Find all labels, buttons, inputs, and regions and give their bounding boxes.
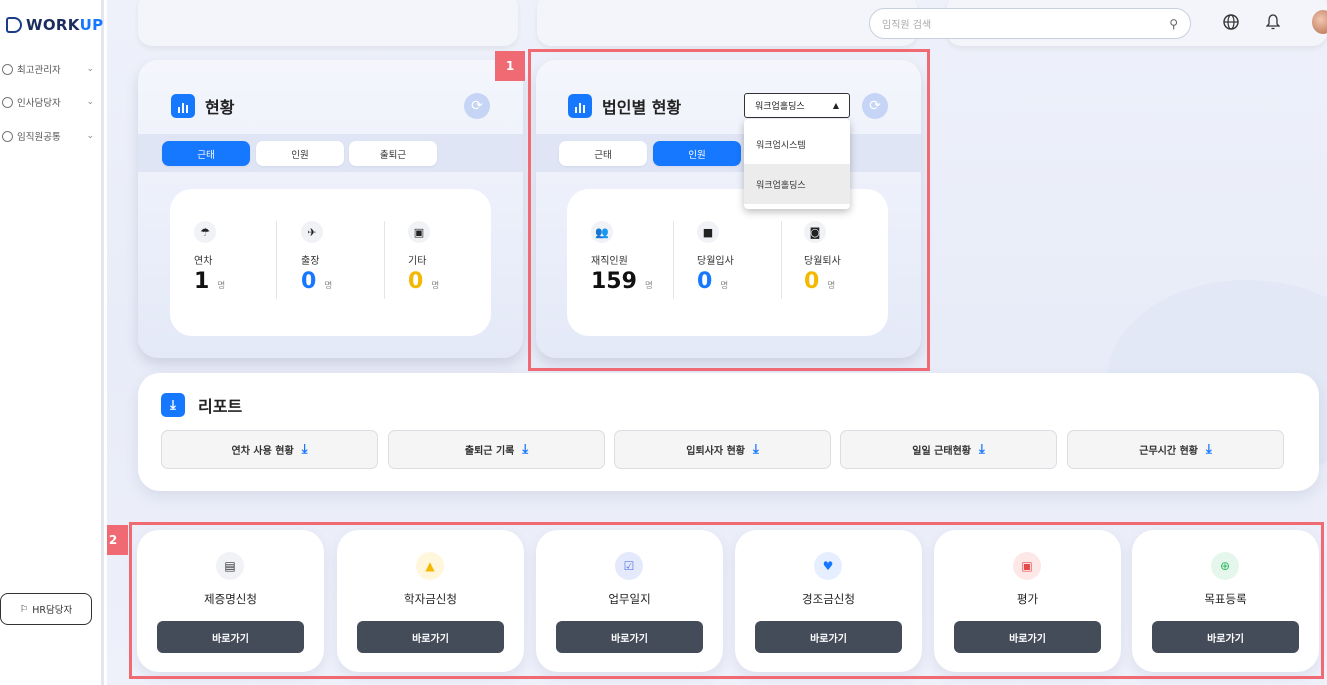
- sidebar-item-employee[interactable]: 임직원공통 ⌄: [2, 127, 94, 145]
- umbrella-icon: ☂: [194, 221, 216, 243]
- calendar-icon: ▣: [408, 221, 430, 243]
- chevron-down-icon: ⌄: [86, 97, 94, 107]
- corp-select-menu: 워크업시스템 워크업홀딩스: [744, 119, 850, 209]
- chevron-down-icon: ⌄: [86, 131, 94, 141]
- highlight-box-1: [528, 49, 930, 371]
- sidebar-item-admin[interactable]: 최고관리자 ⌄: [2, 60, 94, 78]
- status-tab-strip: 근태 인원 출퇴근: [138, 134, 523, 172]
- employee-search-input[interactable]: 임직원 검색 ⚲: [869, 8, 1191, 39]
- download-icon: ⤓: [978, 442, 985, 457]
- stat-business-trip: ✈ 출장 0명: [301, 221, 391, 294]
- hr-manager-button[interactable]: ⚐ HR담당자: [0, 593, 92, 625]
- sidebar-item-hr-manager[interactable]: 인사담당자 ⌄: [2, 93, 94, 111]
- corp-option-selected[interactable]: 워크업홀딩스: [744, 164, 850, 204]
- corp-option[interactable]: 워크업시스템: [744, 124, 850, 164]
- airplane-icon: ✈: [301, 221, 323, 243]
- report-daily-attendance-button[interactable]: 일일 근태현황 ⤓: [840, 430, 1057, 469]
- gear-icon: [2, 63, 13, 75]
- refresh-icon[interactable]: ⟳: [464, 93, 490, 119]
- report-join-leave-button[interactable]: 입퇴사자 현황 ⤓: [614, 430, 831, 469]
- sidebar-item-label: 인사담당자: [17, 98, 61, 109]
- divider: [384, 221, 385, 299]
- bar-chart-icon: [171, 94, 195, 118]
- status-card: 현황 ⟳ 근태 인원 출퇴근 ☂ 연차 1명 ✈ 출장 0명 ▣ 기타 0 명: [138, 60, 523, 358]
- highlight-label-2: 2: [107, 525, 128, 555]
- search-icon[interactable]: ⚲: [1169, 17, 1178, 31]
- report-title: ⤓ 리포트: [161, 393, 242, 417]
- tab-attendance[interactable]: 근태: [162, 141, 250, 166]
- download-icon: ⤓: [522, 442, 529, 457]
- main-content: 임직원 검색 ⚲ 현황 ⟳ 근태 인원 출퇴근 ☂ 연차 1명 ✈ 출장 0 명…: [107, 0, 1327, 685]
- tab-commute[interactable]: 출퇴근: [349, 141, 437, 166]
- report-commute-button[interactable]: 출퇴근 기록 ⤓: [388, 430, 605, 469]
- gear-icon: [2, 96, 13, 108]
- report-annual-leave-button[interactable]: 연차 사용 현황 ⤓: [161, 430, 378, 469]
- logo-text: WORKUP: [26, 16, 104, 34]
- gear-icon: [2, 130, 13, 142]
- logo[interactable]: WORKUP: [6, 16, 103, 34]
- logo-mark-icon: [6, 17, 22, 33]
- globe-icon[interactable]: [1221, 12, 1241, 32]
- stat-annual-leave: ☂ 연차 1명: [194, 221, 284, 294]
- download-icon: ⤓: [752, 442, 759, 457]
- highlight-box-2: [129, 522, 1324, 679]
- download-icon: ⤓: [1205, 442, 1212, 457]
- sidebar: WORKUP 최고관리자 ⌄ 인사담당자 ⌄ 임직원공통 ⌄ ⚐ HR담당자: [0, 0, 104, 685]
- download-icon: ⤓: [301, 442, 308, 457]
- chevron-down-icon: ⌄: [86, 64, 94, 74]
- status-stat-box: ☂ 연차 1명 ✈ 출장 0명 ▣ 기타 0명: [170, 189, 491, 336]
- avatar[interactable]: [1312, 10, 1327, 34]
- top-bar: 임직원 검색 ⚲: [107, 0, 1327, 48]
- status-card-title: 현황: [171, 94, 234, 118]
- top-card-strip: [537, 0, 917, 46]
- divider: [276, 221, 277, 299]
- flag-icon: ⚐: [19, 603, 29, 615]
- sidebar-item-label: 최고관리자: [17, 65, 61, 76]
- bell-icon[interactable]: [1263, 12, 1283, 32]
- download-icon: ⤓: [161, 393, 185, 417]
- tab-personnel[interactable]: 인원: [256, 141, 344, 166]
- sidebar-item-label: 임직원공통: [17, 132, 61, 143]
- top-card-strip: [138, 0, 518, 46]
- report-work-hours-button[interactable]: 근무시간 현황 ⤓: [1067, 430, 1284, 469]
- highlight-label-1: 1: [495, 51, 525, 81]
- stat-other: ▣ 기타 0명: [408, 221, 498, 294]
